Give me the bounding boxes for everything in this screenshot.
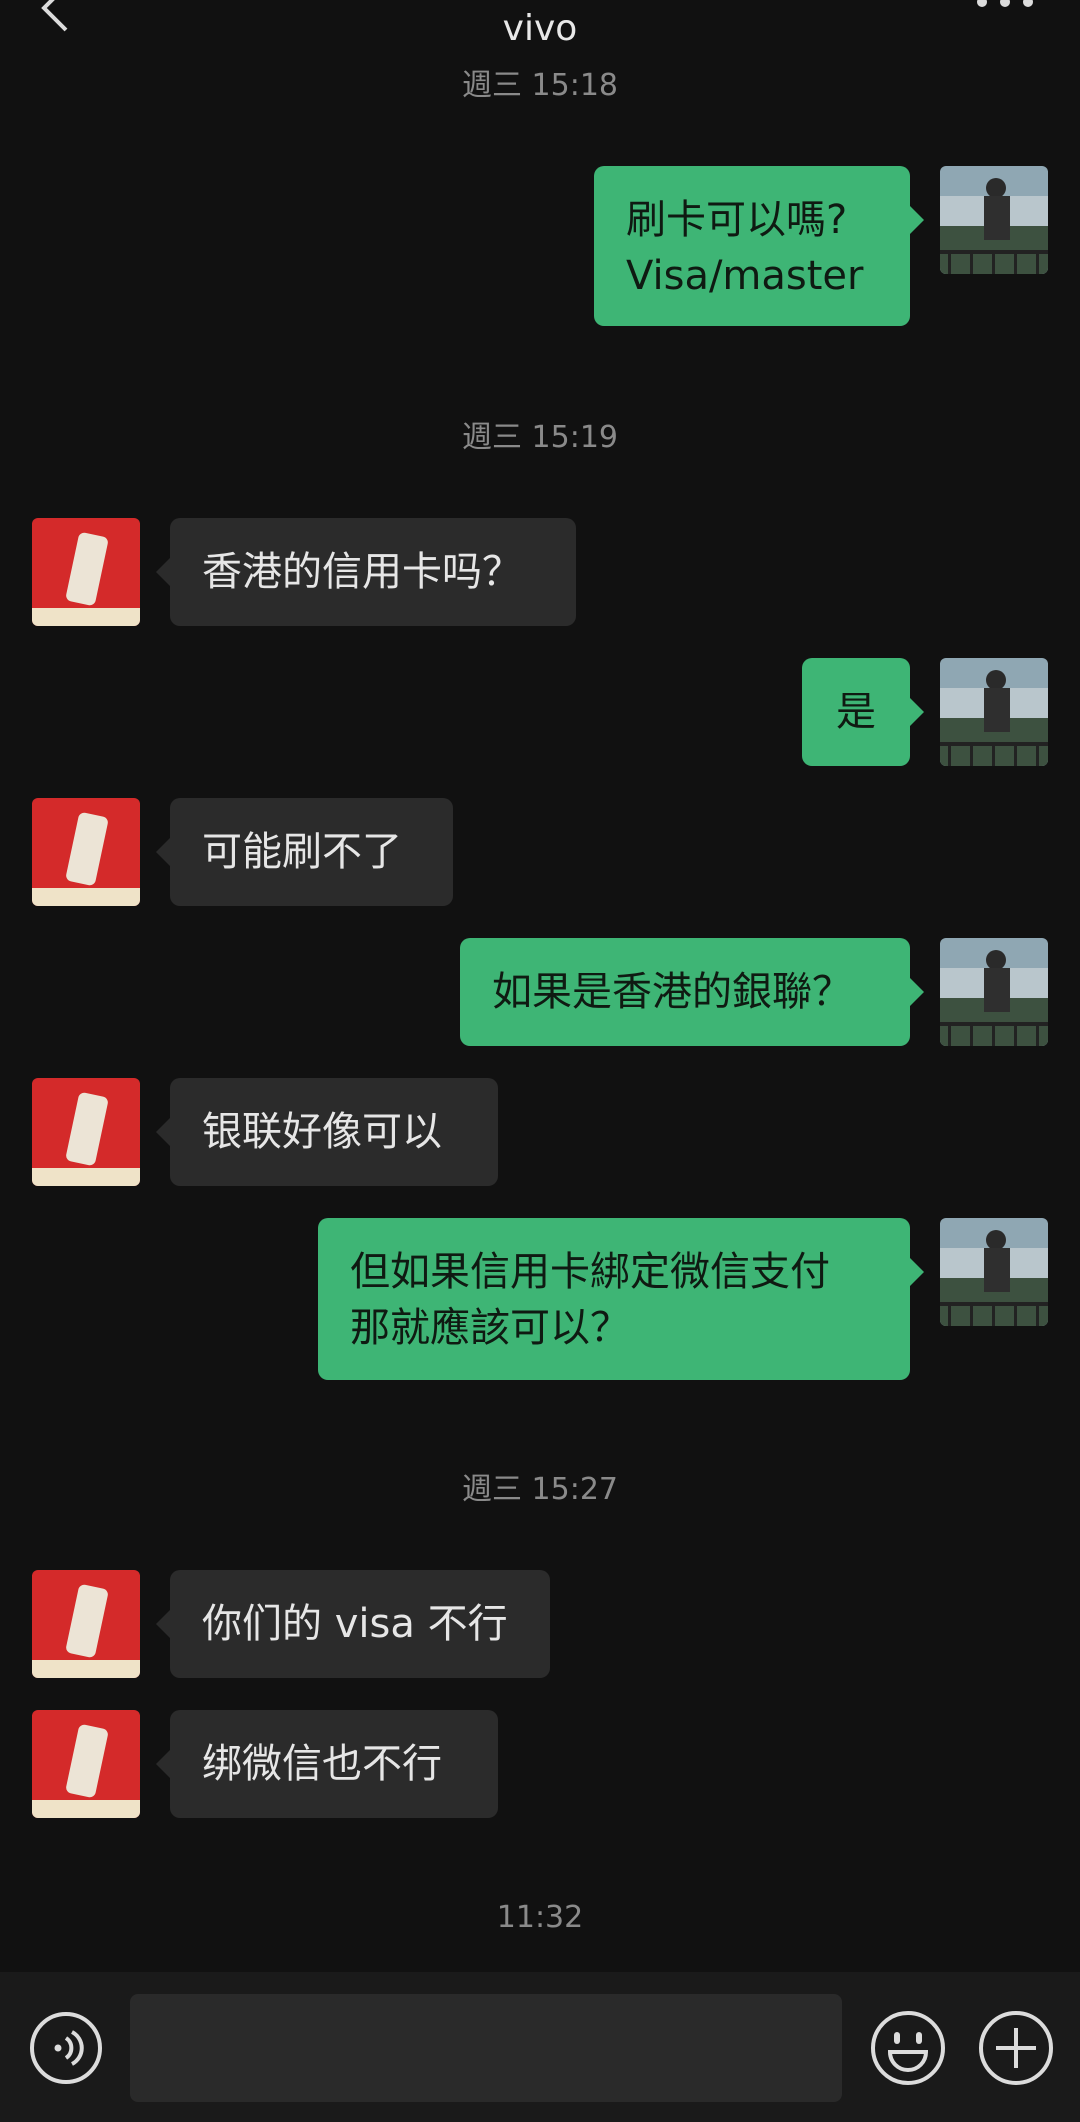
timestamp: 週三 15:27 bbox=[462, 1472, 618, 1507]
plus-circle-icon bbox=[979, 2011, 1053, 2085]
avatar-image bbox=[940, 166, 1048, 274]
more-button[interactable] bbox=[970, 0, 1040, 12]
avatar-image bbox=[32, 518, 140, 626]
avatar-image bbox=[940, 938, 1048, 1046]
contact-avatar[interactable] bbox=[32, 1570, 140, 1678]
my-avatar[interactable] bbox=[940, 938, 1048, 1046]
avatar-image bbox=[32, 1710, 140, 1818]
avatar-image bbox=[32, 798, 140, 906]
avatar-image bbox=[940, 658, 1048, 766]
more-dots-icon bbox=[977, 0, 1033, 7]
emoji-icon bbox=[871, 2011, 945, 2085]
message-text-line: 如果是香港的銀聯？ bbox=[492, 969, 852, 1015]
message-text-line: 香港的信用卡吗？ bbox=[202, 549, 522, 595]
message-text-line: 银联好像可以 bbox=[202, 1109, 442, 1155]
chat-title: vivo bbox=[502, 8, 578, 49]
emoji-button[interactable] bbox=[868, 2008, 948, 2088]
avatar-image bbox=[940, 1218, 1048, 1326]
avatar-image bbox=[32, 1570, 140, 1678]
incoming-message-bubble[interactable]: 银联好像可以 bbox=[156, 1078, 498, 1186]
message-text-line: 可能刷不了 bbox=[202, 829, 402, 875]
incoming-message-bubble[interactable]: 你们的 visa 不行 bbox=[156, 1570, 550, 1678]
my-avatar[interactable] bbox=[940, 658, 1048, 766]
message-text-line: 是 bbox=[836, 689, 876, 735]
message-input[interactable] bbox=[130, 1994, 842, 2102]
my-avatar[interactable] bbox=[940, 1218, 1048, 1326]
message-text-line: 但如果信用卡綁定微信支付 bbox=[350, 1249, 830, 1295]
message-text-line: 绑微信也不行 bbox=[202, 1741, 442, 1787]
plus-button[interactable] bbox=[976, 2008, 1056, 2088]
message-text-line: 你们的 visa 不行 bbox=[202, 1601, 508, 1647]
timestamp: 11:32 bbox=[496, 1900, 584, 1935]
contact-avatar[interactable] bbox=[32, 1078, 140, 1186]
message-text-line: 刷卡可以嗎? bbox=[626, 197, 848, 243]
voice-icon bbox=[30, 2012, 102, 2084]
outgoing-message-bubble[interactable]: 如果是香港的銀聯？ bbox=[460, 938, 924, 1046]
message-text-line: 那就應該可以？ bbox=[350, 1305, 630, 1351]
outgoing-message-bubble[interactable]: 刷卡可以嗎? Visa/master bbox=[594, 166, 924, 326]
contact-avatar[interactable] bbox=[32, 798, 140, 906]
timestamp: 週三 15:19 bbox=[462, 420, 618, 455]
message-text-line: Visa/master bbox=[626, 253, 864, 299]
incoming-message-bubble[interactable]: 绑微信也不行 bbox=[156, 1710, 498, 1818]
outgoing-message-bubble[interactable]: 但如果信用卡綁定微信支付 那就應該可以？ bbox=[318, 1218, 924, 1380]
outgoing-message-bubble[interactable]: 是 bbox=[802, 658, 924, 766]
timestamp: 週三 15:18 bbox=[462, 68, 618, 103]
contact-avatar[interactable] bbox=[32, 1710, 140, 1818]
input-bar bbox=[0, 1972, 1080, 2122]
my-avatar[interactable] bbox=[940, 166, 1048, 274]
avatar-image bbox=[32, 1078, 140, 1186]
contact-avatar[interactable] bbox=[32, 518, 140, 626]
incoming-message-bubble[interactable]: 香港的信用卡吗？ bbox=[156, 518, 576, 626]
incoming-message-bubble[interactable]: 可能刷不了 bbox=[156, 798, 453, 906]
voice-button[interactable] bbox=[28, 2010, 104, 2086]
